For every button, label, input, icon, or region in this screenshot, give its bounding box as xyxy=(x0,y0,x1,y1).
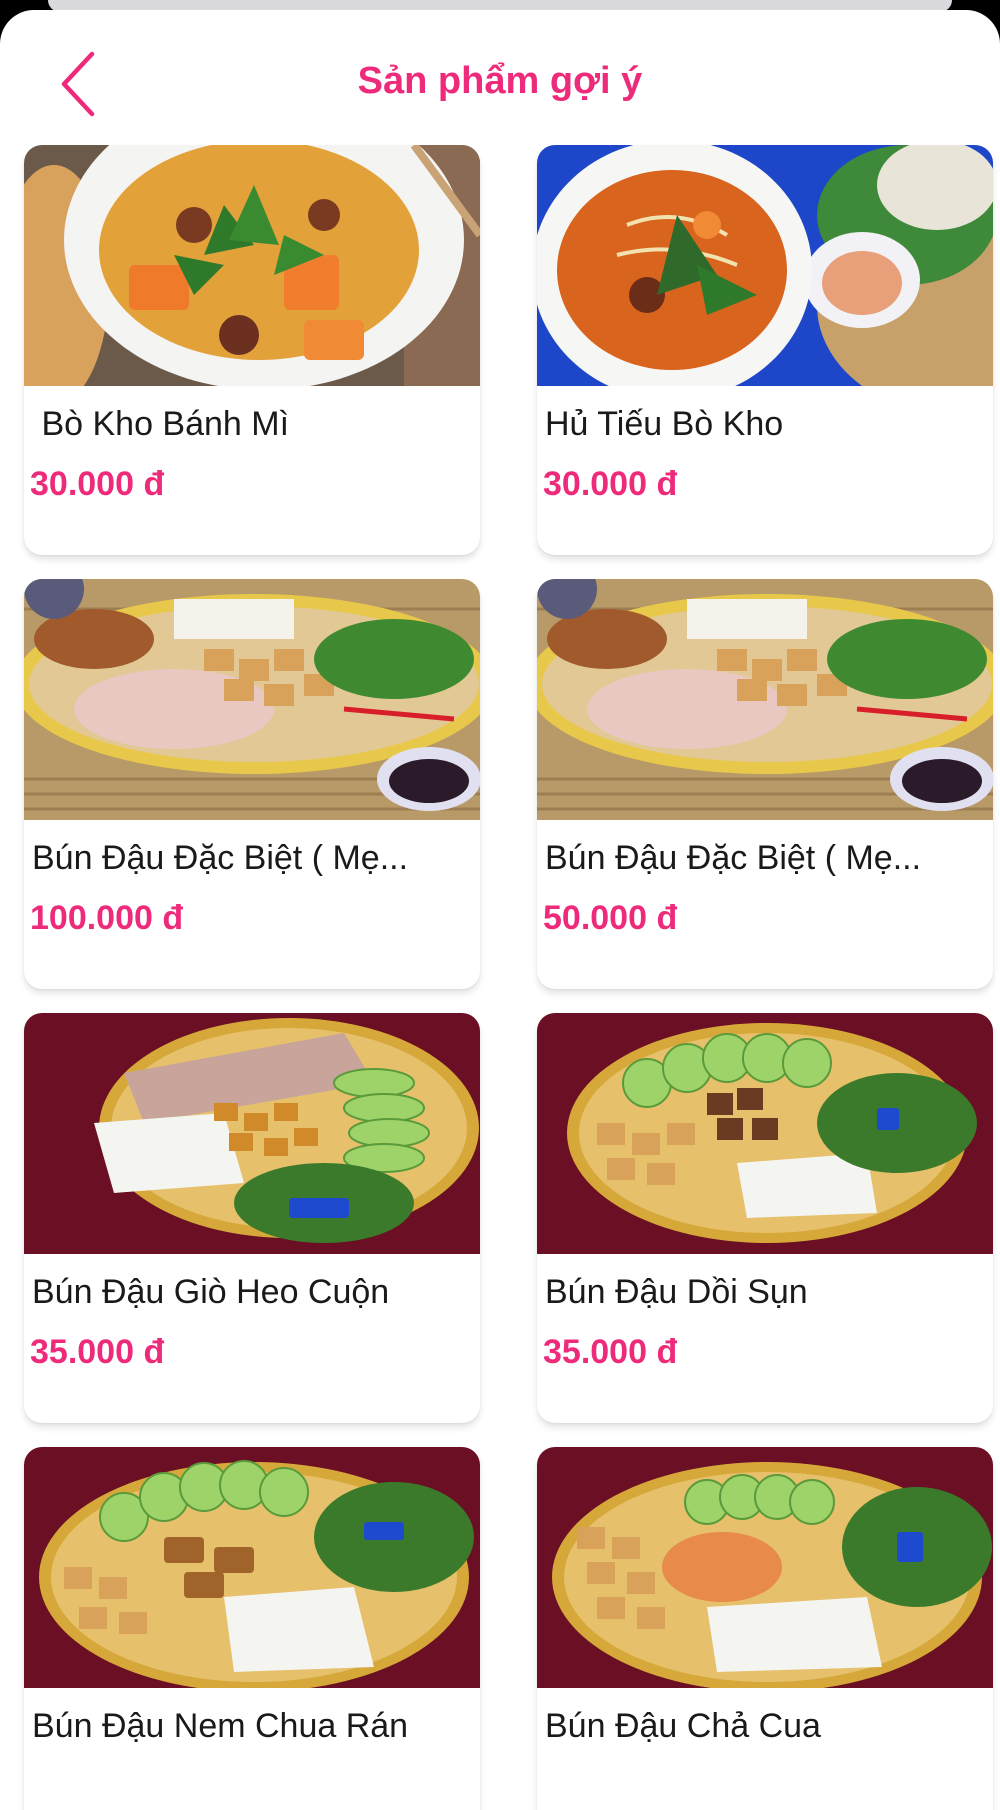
product-image xyxy=(537,1447,993,1688)
product-price: 30.000 đ xyxy=(30,465,165,503)
product-card[interactable]: Bún Đậu Chả Cua xyxy=(537,1447,993,1810)
product-name: Bún Đậu Nem Chua Rán xyxy=(32,1707,409,1745)
product-name: Bún Đậu Chả Cua xyxy=(545,1707,821,1745)
product-name: Bò Kho Bánh Mì xyxy=(32,405,290,443)
product-price: 30.000 đ xyxy=(543,465,678,503)
product-image xyxy=(24,1013,480,1254)
suggested-products-sheet: Sản phẩm gợi ý Bò Kho Bánh Mì 30.000 đ H… xyxy=(0,10,1000,1810)
product-card[interactable]: Bún Đậu Giò Heo Cuộn 35.000 đ xyxy=(24,1013,480,1423)
header: Sản phẩm gợi ý xyxy=(0,10,1000,145)
product-image xyxy=(24,579,480,820)
product-card[interactable]: Bún Đậu Nem Chua Rán xyxy=(24,1447,480,1810)
product-card[interactable]: Hủ Tiếu Bò Kho 30.000 đ xyxy=(537,145,993,555)
product-image xyxy=(537,145,993,386)
product-name: Bún Đậu Đặc Biệt ( Mẹ... xyxy=(32,839,409,877)
product-card[interactable]: Bún Đậu Đặc Biệt ( Mẹ... 50.000 đ xyxy=(537,579,993,989)
product-image xyxy=(537,1013,993,1254)
product-card[interactable]: Bò Kho Bánh Mì 30.000 đ xyxy=(24,145,480,555)
product-name: Bún Đậu Đặc Biệt ( Mẹ... xyxy=(545,839,922,877)
product-name: Bún Đậu Dồi Sụn xyxy=(545,1273,808,1311)
product-price: 100.000 đ xyxy=(30,899,184,937)
product-name: Hủ Tiếu Bò Kho xyxy=(545,405,784,443)
page-title: Sản phẩm gợi ý xyxy=(357,60,643,102)
product-name: Bún Đậu Giò Heo Cuộn xyxy=(32,1273,390,1311)
product-price: 35.000 đ xyxy=(543,1333,678,1371)
product-image xyxy=(537,579,993,820)
product-price: 50.000 đ xyxy=(543,899,678,937)
product-image xyxy=(24,1447,480,1688)
product-image xyxy=(24,145,480,386)
product-card[interactable]: Bún Đậu Đặc Biệt ( Mẹ... 100.000 đ xyxy=(24,579,480,989)
product-card[interactable]: Bún Đậu Dồi Sụn 35.000 đ xyxy=(537,1013,993,1423)
product-price: 35.000 đ xyxy=(30,1333,165,1371)
